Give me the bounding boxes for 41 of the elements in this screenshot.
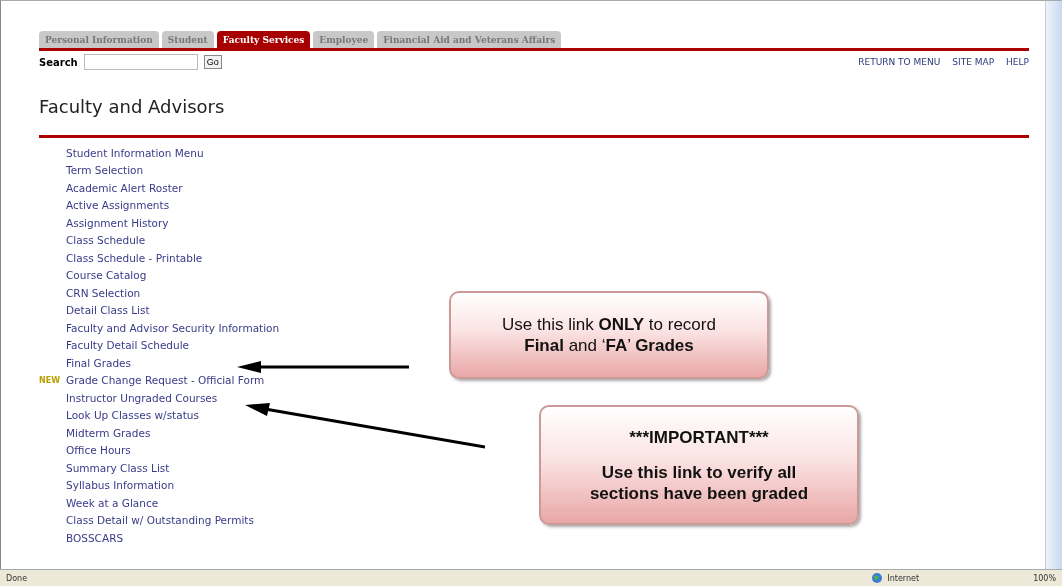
zone-text: Internet <box>887 573 920 583</box>
search-field[interactable] <box>83 54 198 70</box>
callout-text: Final and ‘FA’ Grades <box>524 335 694 356</box>
menu-link[interactable]: Term Selection <box>66 164 144 177</box>
menu-link[interactable]: Instructor Ungraded Courses <box>66 391 218 404</box>
callout-text: ***IMPORTANT*** <box>628 426 770 448</box>
menu-link[interactable]: Final Grades <box>66 356 132 369</box>
globe-icon <box>871 572 884 584</box>
menu-link[interactable]: Week at a Glance <box>66 496 159 509</box>
menu-link[interactable]: Look Up Classes w/status <box>66 409 199 422</box>
header-link[interactable]: SITE MAP <box>952 57 995 67</box>
new-label: NEW <box>39 375 60 385</box>
header-link[interactable]: HELP <box>1006 57 1029 67</box>
go-button[interactable]: Go <box>203 55 222 69</box>
menu-link[interactable]: Class Schedule - Printable <box>66 251 203 264</box>
menu-link[interactable]: CRN Selection <box>66 286 141 299</box>
menu-link[interactable]: Midterm Grades <box>66 426 151 439</box>
menu-link[interactable]: Academic Alert Roster <box>66 181 183 194</box>
menu-link[interactable]: Syllabus Information <box>66 479 175 492</box>
search-label: Search <box>39 56 78 68</box>
menu-link[interactable]: Class Detail w/ Outstanding Permits <box>66 514 254 527</box>
menu-link[interactable]: Class Schedule <box>66 234 146 247</box>
menu-link[interactable]: Faculty and Advisor Security Information <box>66 321 280 334</box>
menu-link[interactable]: Active Assignments <box>66 199 170 212</box>
menu-link[interactable]: Student Information Menu <box>66 146 204 159</box>
header-link[interactable]: RETURN TO MENU <box>858 57 941 67</box>
zoom-level[interactable]: 100% <box>1033 573 1056 583</box>
menu-link[interactable]: Summary Class List <box>66 461 170 474</box>
menu-link[interactable]: Grade Change Request - Official Form <box>66 374 265 387</box>
menu-link[interactable]: Detail Class List <box>66 304 150 317</box>
callout-text: Use this link ONLY to record <box>502 314 716 335</box>
status-text: Done <box>6 573 28 583</box>
page-title: Faculty and Advisors <box>39 96 226 117</box>
callout-text: Use this link to verify all sections have been graded <box>588 461 810 504</box>
menu-link[interactable]: Office Hours <box>66 444 131 457</box>
menu-link[interactable]: Faculty Detail Schedule <box>66 339 190 352</box>
menu-link[interactable]: BOSSCARS <box>66 531 124 544</box>
menu-link[interactable]: Assignment History <box>66 216 169 229</box>
nav-tab[interactable]: Faculty Services <box>216 31 311 48</box>
scrollbar[interactable] <box>1045 1 1062 569</box>
menu-link[interactable]: Course Catalog <box>66 269 147 282</box>
